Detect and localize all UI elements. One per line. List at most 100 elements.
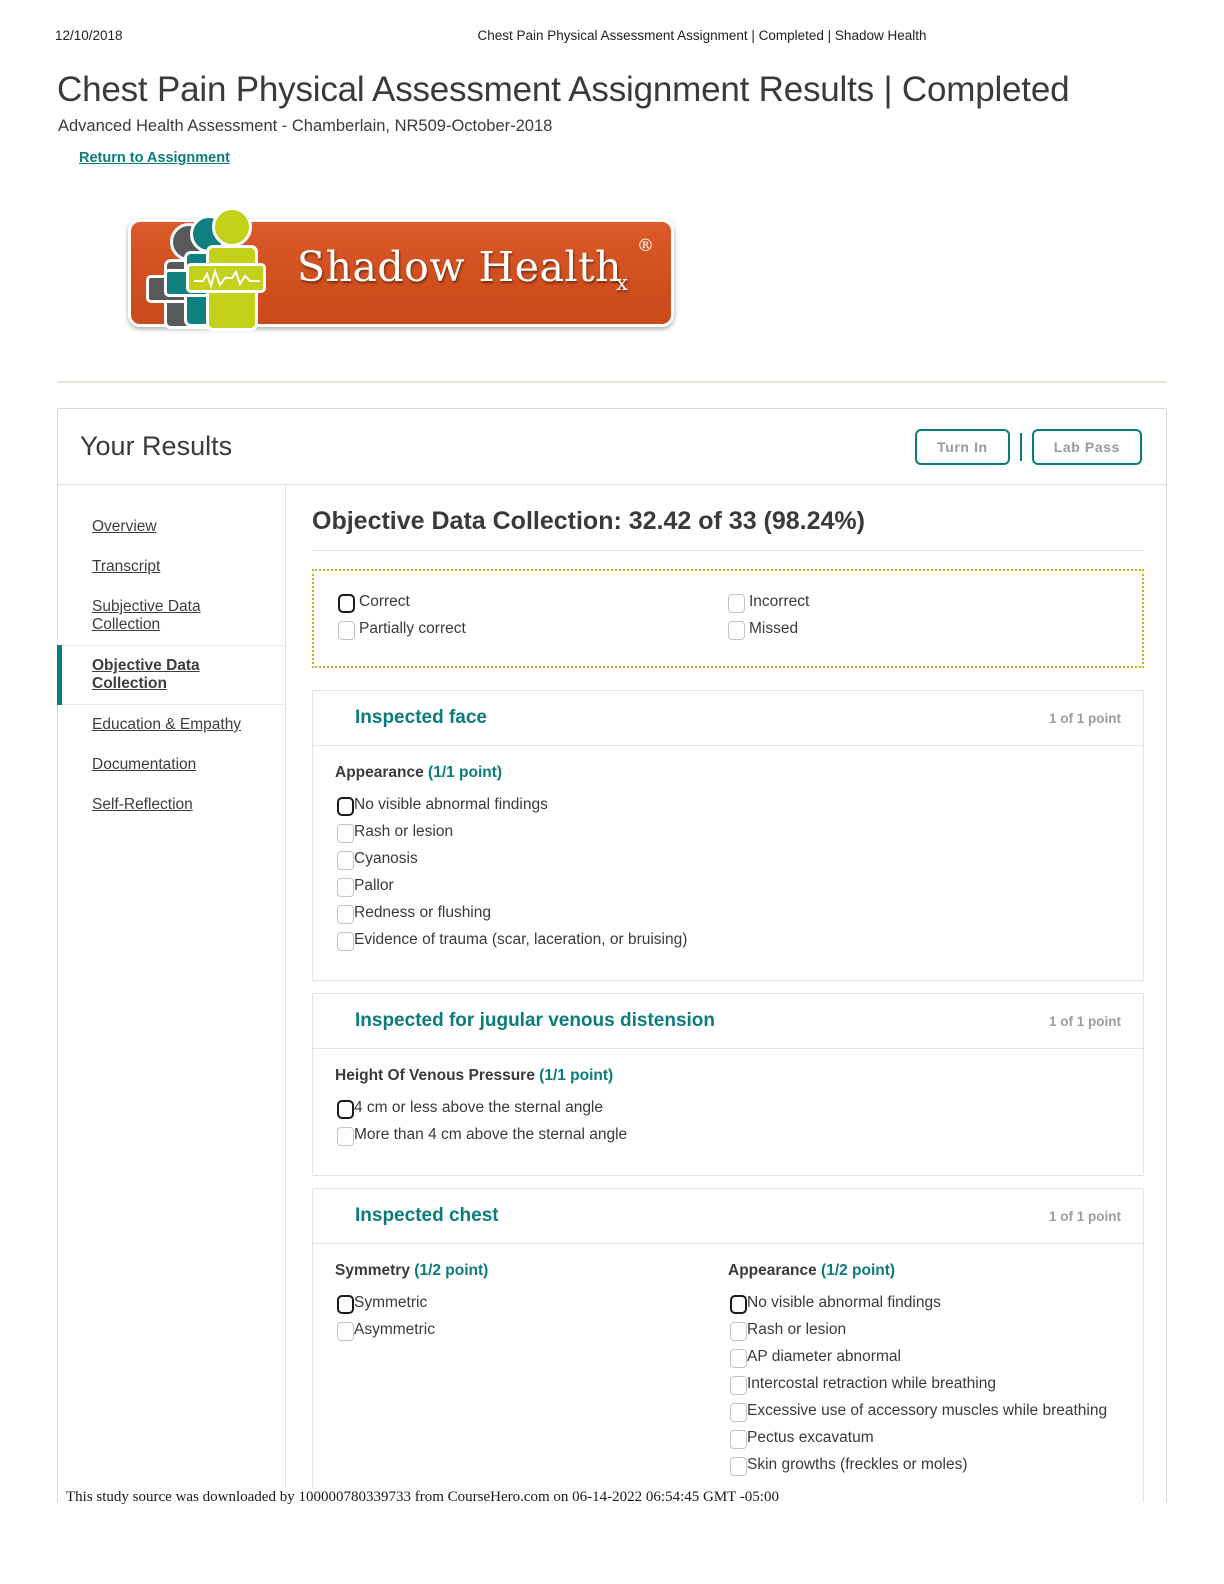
legend-item-incorrect: Incorrect xyxy=(728,593,1118,613)
checkbox-icon[interactable] xyxy=(730,1295,747,1314)
sidebar-item-self-reflection[interactable]: Self-Reflection xyxy=(58,785,285,825)
coursehero-watermark: This study source was downloaded by 1000… xyxy=(62,1487,783,1508)
results-panel: Your Results Turn In Lab Pass Overview T… xyxy=(57,408,1167,1519)
checkbox-icon[interactable] xyxy=(730,1349,747,1368)
sidebar-item-objective-data-collection[interactable]: Objective Data Collection xyxy=(57,645,285,705)
option-row[interactable]: Skin growths (freckles or moles) xyxy=(728,1456,1109,1476)
option-label: AP diameter abnormal xyxy=(747,1348,901,1365)
checkbox-icon[interactable] xyxy=(337,1322,354,1341)
option-label: No visible abnormal findings xyxy=(747,1294,941,1311)
section-divider xyxy=(57,381,1167,383)
assessment-card-title: Inspected face xyxy=(355,707,487,728)
assessment-card-title: Inspected for jugular venous distension xyxy=(355,1010,715,1031)
option-row[interactable]: Rash or lesion xyxy=(335,823,1109,843)
print-title: Chest Pain Physical Assessment Assignmen… xyxy=(477,28,927,43)
option-row[interactable]: Cyanosis xyxy=(335,850,1109,870)
assessment-card-body: Appearance (1/1 point) No visible abnorm… xyxy=(313,746,1143,980)
logo-rx-subscript: x xyxy=(615,271,629,295)
return-to-assignment-link[interactable]: Return to Assignment xyxy=(79,150,230,166)
option-row[interactable]: No visible abnormal findings xyxy=(728,1294,1109,1314)
checkbox-icon[interactable] xyxy=(730,1403,747,1422)
results-sidebar: Overview Transcript Subjective Data Coll… xyxy=(57,485,286,1518)
sidebar-item-label: Overview xyxy=(92,518,157,535)
option-row[interactable]: Intercostal retraction while breathing xyxy=(728,1375,1109,1395)
option-label: No visible abnormal findings xyxy=(354,796,548,813)
page-title: Chest Pain Physical Assessment Assignmen… xyxy=(57,70,1070,109)
option-row[interactable]: Symmetric xyxy=(335,1294,716,1314)
checkbox-icon[interactable] xyxy=(337,878,354,897)
option-row[interactable]: Pallor xyxy=(335,877,1109,897)
main-content: Objective Data Collection: 32.42 of 33 (… xyxy=(286,485,1166,1518)
page-subtitle: Advanced Health Assessment - Chamberlain… xyxy=(58,117,553,135)
option-row[interactable]: More than 4 cm above the sternal angle xyxy=(335,1126,1109,1146)
option-row[interactable]: Asymmetric xyxy=(335,1321,716,1341)
sidebar-item-label: Education & Empathy xyxy=(92,716,242,733)
sidebar-item-documentation[interactable]: Documentation xyxy=(58,745,285,785)
option-label: Pallor xyxy=(354,877,394,894)
print-date: 12/10/2018 xyxy=(55,28,123,43)
option-row[interactable]: Rash or lesion xyxy=(728,1321,1109,1341)
assessment-card-title: Inspected chest xyxy=(355,1205,499,1226)
option-label: Skin growths (freckles or moles) xyxy=(747,1456,968,1473)
sidebar-item-overview[interactable]: Overview xyxy=(58,507,285,547)
option-group-title: Symmetry (1/2 point) xyxy=(335,1262,716,1280)
print-header: 12/10/2018 Chest Pain Physical Assessmen… xyxy=(55,28,1169,43)
assessment-card-body: Symmetry (1/2 point) Symmetric Asymmetri… xyxy=(313,1244,1143,1505)
option-label: Intercostal retraction while breathing xyxy=(747,1375,996,1392)
option-row[interactable]: Redness or flushing xyxy=(335,904,1109,924)
option-label: Redness or flushing xyxy=(354,904,491,921)
lab-pass-button[interactable]: Lab Pass xyxy=(1031,428,1142,465)
checkbox-icon[interactable] xyxy=(337,905,354,924)
checkbox-icon[interactable] xyxy=(337,932,354,951)
sidebar-item-education-empathy[interactable]: Education & Empathy xyxy=(58,705,285,745)
checkbox-icon[interactable] xyxy=(337,797,354,816)
legend-column-right: Incorrect Missed xyxy=(728,593,1118,640)
footer-mask xyxy=(0,1502,1224,1584)
checkbox-icon[interactable] xyxy=(730,1322,747,1341)
option-row[interactable]: No visible abnormal findings xyxy=(335,796,1109,816)
option-group-title: Appearance (1/2 point) xyxy=(728,1262,1109,1280)
option-group: Height Of Venous Pressure (1/1 point) 4 … xyxy=(335,1067,1121,1153)
legend-column-left: Correct Partially correct xyxy=(338,593,728,640)
checkbox-partially-correct-icon xyxy=(338,621,355,640)
option-group: Appearance (1/2 point) No visible abnorm… xyxy=(728,1262,1121,1483)
option-label: Evidence of trauma (scar, laceration, or… xyxy=(354,931,688,948)
checkbox-icon[interactable] xyxy=(730,1376,747,1395)
assessment-card-points: 1 of 1 point xyxy=(1049,1013,1121,1029)
legend-label: Partially correct xyxy=(359,620,466,637)
checkbox-icon[interactable] xyxy=(730,1457,747,1476)
option-label: More than 4 cm above the sternal angle xyxy=(354,1126,628,1143)
option-row[interactable]: AP diameter abnormal xyxy=(728,1348,1109,1368)
sidebar-item-label: Subjective Data Collection xyxy=(92,598,201,633)
option-label: Asymmetric xyxy=(354,1321,435,1338)
assessment-card-points: 1 of 1 point xyxy=(1049,710,1121,726)
assessment-card-header: Inspected for jugular venous distension … xyxy=(313,994,1143,1049)
registered-trademark-icon: ® xyxy=(637,236,654,256)
option-row[interactable]: Excessive use of accessory muscles while… xyxy=(728,1402,1109,1422)
checkbox-icon[interactable] xyxy=(337,1295,354,1314)
option-row[interactable]: Evidence of trauma (scar, laceration, or… xyxy=(335,931,1109,951)
option-group-points: (1/2 point) xyxy=(414,1262,489,1279)
sidebar-item-transcript[interactable]: Transcript xyxy=(58,547,285,587)
turn-in-button[interactable]: Turn In xyxy=(915,428,1010,465)
assessment-card-header: Inspected face 1 of 1 point xyxy=(313,691,1143,746)
option-row[interactable]: 4 cm or less above the sternal angle xyxy=(335,1099,1109,1119)
sidebar-item-subjective-data-collection[interactable]: Subjective Data Collection xyxy=(58,587,285,645)
option-row[interactable]: Pectus excavatum xyxy=(728,1429,1109,1449)
sidebar-item-label: Transcript xyxy=(92,558,161,575)
checkbox-icon[interactable] xyxy=(337,851,354,870)
option-label: 4 cm or less above the sternal angle xyxy=(354,1099,603,1116)
legend-label: Correct xyxy=(359,593,410,610)
option-label: Cyanosis xyxy=(354,850,418,867)
legend-item-correct: Correct xyxy=(338,593,728,613)
objective-data-heading: Objective Data Collection: 32.42 of 33 (… xyxy=(312,507,865,535)
heading-divider xyxy=(312,550,1144,551)
checkbox-icon[interactable] xyxy=(337,1100,354,1119)
option-group-name: Symmetry xyxy=(335,1262,410,1279)
logo-wordmark: Shadow Healthx xyxy=(297,243,629,295)
checkbox-icon[interactable] xyxy=(337,824,354,843)
checkbox-icon[interactable] xyxy=(337,1127,354,1146)
checkbox-icon[interactable] xyxy=(730,1430,747,1449)
legend-label: Incorrect xyxy=(749,593,810,610)
assessment-card: Inspected for jugular venous distension … xyxy=(312,993,1144,1176)
